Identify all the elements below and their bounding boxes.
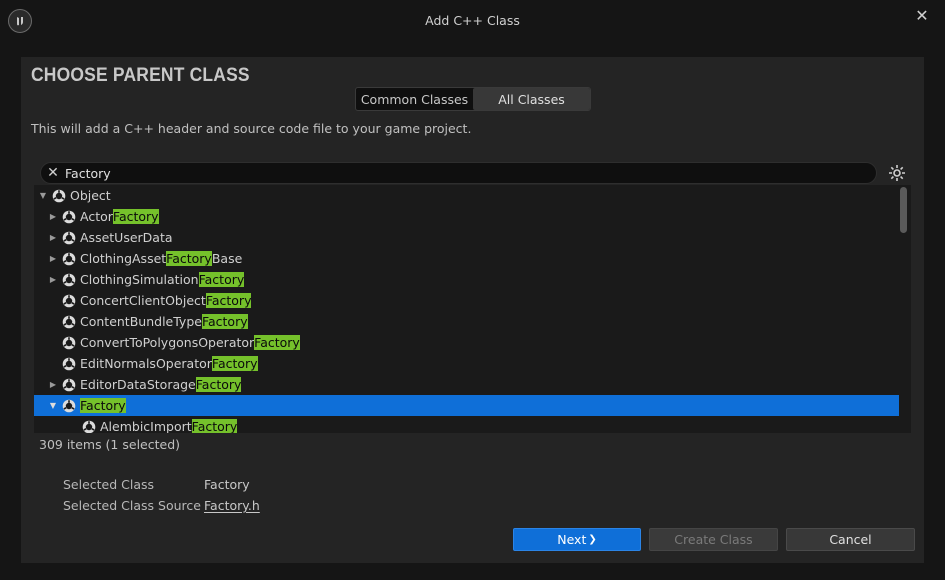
arrow-spacer	[48, 338, 58, 348]
class-tree: ▼ Object ▶ ActorFactory ▶ AssetUserData ▶ Cloth…	[34, 185, 911, 433]
search-match-highlight: Factory	[166, 251, 212, 266]
arrow-spacer	[48, 359, 58, 369]
label-prefix: Object	[70, 188, 111, 203]
search-match-highlight: Factory	[201, 314, 248, 329]
class-icon	[62, 315, 76, 329]
tree-row[interactable]: ▶ EditorDataStorageFactory	[34, 374, 899, 395]
tree-row-label: ActorFactory	[80, 209, 159, 224]
arrow-spacer	[68, 422, 78, 432]
tree-row-label: ClothingSimulationFactory	[80, 272, 245, 287]
label-prefix: ConcertClientObject	[80, 293, 206, 308]
tree-row-label: EditNormalsOperatorFactory	[80, 356, 258, 371]
tree-row[interactable]: ConcertClientObjectFactory	[34, 290, 899, 311]
collapse-arrow-icon[interactable]: ▶	[48, 275, 58, 285]
selected-source-label: Selected Class Source	[63, 498, 201, 513]
expand-arrow-icon[interactable]: ▼	[48, 401, 58, 411]
tree-row-label: Factory	[80, 398, 126, 413]
arrow-spacer	[48, 317, 58, 327]
description-text: This will add a C++ header and source co…	[31, 121, 472, 136]
search-match-highlight: Factory	[198, 272, 245, 287]
search-match-highlight: Factory	[211, 356, 258, 371]
tree-row[interactable]: ▶ ClothingSimulationFactory	[34, 269, 899, 290]
create-class-button[interactable]: Create Class	[649, 528, 778, 551]
label-prefix: ClothingSimulation	[80, 272, 199, 287]
tree-row[interactable]: ▶ ClothingAssetFactoryBase	[34, 248, 899, 269]
label-prefix: ConvertToPolygonsOperator	[80, 335, 255, 350]
clear-search-icon[interactable]: ✕	[41, 163, 65, 183]
class-icon	[62, 399, 76, 413]
scrollbar-thumb[interactable]	[900, 187, 907, 233]
search-match-highlight: Factory	[195, 377, 242, 392]
title-bar: Add C++ Class ✕	[0, 0, 945, 42]
arrow-spacer	[48, 296, 58, 306]
tree-row-label: AlembicImportFactory	[100, 419, 238, 433]
class-filter-toggle: Common Classes All Classes	[355, 87, 591, 111]
dialog-panel: CHOOSE PARENT CLASS Common Classes All C…	[21, 57, 924, 563]
collapse-arrow-icon[interactable]: ▶	[48, 212, 58, 222]
tree-row-label: AssetUserData	[80, 230, 173, 245]
close-icon[interactable]: ✕	[913, 7, 931, 25]
class-icon	[62, 357, 76, 371]
selected-class-value: Factory	[204, 477, 250, 492]
tree-row[interactable]: ▶ ActorFactory	[34, 206, 899, 227]
search-match-highlight: Factory	[112, 209, 159, 224]
search-match-highlight: Factory	[80, 398, 126, 413]
label-prefix: Actor	[80, 209, 113, 224]
label-prefix: AssetUserData	[80, 230, 173, 245]
class-icon	[62, 294, 76, 308]
label-prefix: AlembicImport	[100, 419, 192, 433]
label-prefix: EditNormalsOperator	[80, 356, 212, 371]
class-icon	[62, 252, 76, 266]
search-box: ✕	[40, 162, 877, 184]
collapse-arrow-icon[interactable]: ▶	[48, 380, 58, 390]
label-prefix: ContentBundleType	[80, 314, 202, 329]
tree-row[interactable]: ContentBundleTypeFactory	[34, 311, 899, 332]
class-icon	[82, 420, 96, 434]
tree-row-label: ConvertToPolygonsOperatorFactory	[80, 335, 300, 350]
label-suffix: Base	[211, 251, 243, 266]
search-input[interactable]	[65, 165, 876, 181]
tree-row[interactable]: ConvertToPolygonsOperatorFactory	[34, 332, 899, 353]
class-icon	[62, 231, 76, 245]
tree-row-label: Object	[70, 188, 111, 203]
tree-row[interactable]: ▶ AssetUserData	[34, 227, 899, 248]
search-match-highlight: Factory	[205, 293, 252, 308]
item-count: 309 items (1 selected)	[39, 437, 181, 452]
search-match-highlight: Factory	[191, 419, 238, 433]
next-button[interactable]: Next ❯	[513, 528, 641, 551]
class-icon	[62, 210, 76, 224]
tree-scrollbar[interactable]	[900, 187, 907, 431]
selected-class-label: Selected Class	[63, 477, 155, 492]
class-icon	[62, 336, 76, 350]
tree-row[interactable]: ▼ Factory	[34, 395, 899, 416]
collapse-arrow-icon[interactable]: ▶	[48, 254, 58, 264]
tab-all-classes[interactable]: All Classes	[473, 88, 590, 110]
gear-icon[interactable]	[887, 163, 907, 183]
window-title: Add C++ Class	[425, 13, 520, 28]
label-prefix: EditorDataStorage	[80, 377, 196, 392]
next-button-label: Next	[557, 532, 587, 547]
class-icon	[62, 378, 76, 392]
expand-arrow-icon[interactable]: ▼	[38, 191, 48, 201]
selected-source-link[interactable]: Factory.h	[204, 498, 260, 513]
chevron-right-icon: ❯	[588, 534, 597, 545]
collapse-arrow-icon[interactable]: ▶	[48, 233, 58, 243]
tree-row-label: ConcertClientObjectFactory	[80, 293, 252, 308]
label-prefix: ClothingAsset	[80, 251, 167, 266]
tree-row-label: ClothingAssetFactoryBase	[80, 251, 242, 266]
tree-row-label: EditorDataStorageFactory	[80, 377, 242, 392]
tree-row[interactable]: EditNormalsOperatorFactory	[34, 353, 899, 374]
tree-row[interactable]: AlembicImportFactory	[34, 416, 899, 433]
tree-row-label: ContentBundleTypeFactory	[80, 314, 248, 329]
class-icon	[62, 273, 76, 287]
tree-row[interactable]: ▼ Object	[34, 185, 899, 206]
class-icon	[52, 189, 66, 203]
cancel-button[interactable]: Cancel	[786, 528, 915, 551]
search-match-highlight: Factory	[254, 335, 300, 350]
tab-common-classes[interactable]: Common Classes	[356, 88, 473, 110]
page-title: CHOOSE PARENT CLASS	[31, 65, 250, 86]
